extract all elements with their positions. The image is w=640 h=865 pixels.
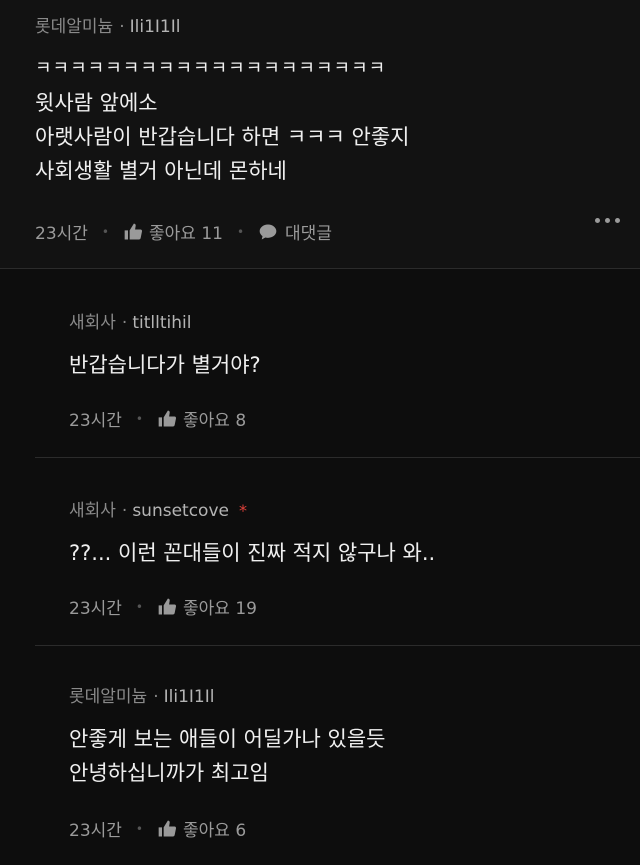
divider — [35, 457, 640, 458]
like-count: 좋아요 8 — [183, 411, 247, 431]
separator-dot: · — [153, 687, 159, 707]
comment-line: 반갑습니다가 별거야? — [69, 353, 261, 377]
separator-dot: • — [101, 224, 109, 239]
like-count: 좋아요 19 — [183, 599, 257, 619]
comment-actions: 23시간 • 좋아요 6 — [69, 816, 246, 841]
like-count: 좋아요 6 — [183, 821, 247, 841]
divider — [35, 645, 640, 646]
company-badge: 새회사 — [69, 501, 116, 521]
separator-dot: · — [121, 501, 128, 521]
timestamp: 23시간 — [35, 224, 88, 244]
comment-actions: 23시간 • 좋아요 8 — [69, 406, 246, 431]
comment-line: 윗사람 앞에소 — [35, 91, 158, 115]
comment-line: 아랫사람이 반갑습니다 하면 ㅋㅋㅋ 안좋지 — [35, 125, 410, 149]
comment-line: ㅋㅋㅋㅋㅋㅋㅋㅋㅋㅋㅋㅋㅋㅋㅋㅋㅋㅋㅋㅋ — [35, 58, 387, 79]
like-button[interactable]: 좋아요 6 — [157, 816, 246, 841]
like-count: 좋아요 11 — [149, 224, 223, 244]
reply-comment: 새회사 · sunsetcove * ??... 이런 꼰대들이 진짜 적지 않구나 … — [35, 484, 640, 644]
more-dot — [605, 218, 610, 223]
separator-dot: • — [135, 599, 143, 614]
company-badge: 롯데알미늄 — [69, 687, 148, 707]
like-button[interactable]: 좋아요 19 — [157, 594, 257, 619]
timestamp: 23시간 — [69, 411, 122, 431]
comment-text: 반갑습니다가 별거야? — [69, 348, 261, 382]
timestamp: 23시간 — [69, 821, 122, 841]
speech-bubble-icon — [259, 224, 277, 239]
reply-label: 대댓글 — [285, 224, 332, 244]
thumbs-up-icon — [158, 820, 177, 836]
comment-actions: 23시간 • 좋아요 19 — [69, 594, 257, 619]
comment-line: 안녕하십니까가 최고임 — [69, 761, 269, 785]
comment-author[interactable]: 롯데알미늄 · Ili1I1Il — [35, 12, 180, 37]
more-options-button[interactable] — [595, 218, 620, 223]
like-button[interactable]: 좋아요 11 — [123, 219, 223, 244]
separator-dot: • — [135, 411, 143, 426]
comment-main: 롯데알미늄 · Ili1I1Il ㅋㅋㅋㅋㅋㅋㅋㅋㅋㅋㅋㅋㅋㅋㅋㅋㅋㅋㅋㅋ 윗사람 … — [0, 0, 640, 268]
more-dot — [615, 218, 620, 223]
company-badge: 롯데알미늄 — [35, 17, 114, 37]
company-badge: 새회사 — [69, 313, 116, 333]
comment-text: ㅋㅋㅋㅋㅋㅋㅋㅋㅋㅋㅋㅋㅋㅋㅋㅋㅋㅋㅋㅋ 윗사람 앞에소 아랫사람이 반갑습니다… — [35, 52, 409, 188]
comment-line: 사회생활 별거 아닌데 몬하네 — [35, 159, 287, 183]
separator-dot: • — [236, 224, 245, 239]
timestamp: 23시간 — [69, 599, 122, 619]
comment-line: ??... 이런 꼰대들이 진짜 적지 않구나 와.. — [69, 541, 436, 565]
comment-text: ??... 이런 꼰대들이 진짜 적지 않구나 와.. — [69, 536, 435, 570]
username: Ili1I1Il — [129, 17, 181, 37]
comment-line: 안좋게 보는 애들이 어딜가나 있을듯 — [69, 727, 386, 751]
comment-actions: 23시간 • 좋아요 11 • 대댓글 — [35, 219, 332, 244]
comment-text: 안좋게 보는 애들이 어딜가나 있을듯 안녕하십니까가 최고임 — [69, 722, 386, 790]
reply-comment: 새회사 · titlltihil 반갑습니다가 별거야? 23시간 • 좋아요 8 — [35, 296, 640, 456]
username: Ili1I1Il — [163, 687, 215, 707]
more-dots-icon — [595, 218, 600, 223]
separator-dot: · — [121, 313, 128, 333]
username: titlltihil — [132, 313, 192, 333]
comment-author[interactable]: 롯데알미늄 · Ili1I1Il — [69, 682, 214, 707]
separator-dot: • — [135, 821, 143, 836]
reply-comment: 롯데알미늄 · Ili1I1Il 안좋게 보는 애들이 어딜가나 있을듯 안녕하십니… — [35, 672, 640, 865]
author-star-badge: * — [238, 501, 247, 520]
comment-author[interactable]: 새회사 · sunsetcove * — [69, 496, 247, 521]
divider — [0, 268, 640, 269]
like-button[interactable]: 좋아요 8 — [157, 406, 246, 431]
thumbs-up-icon — [124, 223, 143, 239]
thumbs-up-icon — [158, 598, 177, 614]
username: sunsetcove — [132, 501, 229, 521]
separator-dot: · — [119, 17, 125, 37]
thumbs-up-icon — [158, 410, 177, 426]
comment-author[interactable]: 새회사 · titlltihil — [69, 308, 191, 333]
reply-button[interactable]: 대댓글 — [258, 219, 332, 244]
